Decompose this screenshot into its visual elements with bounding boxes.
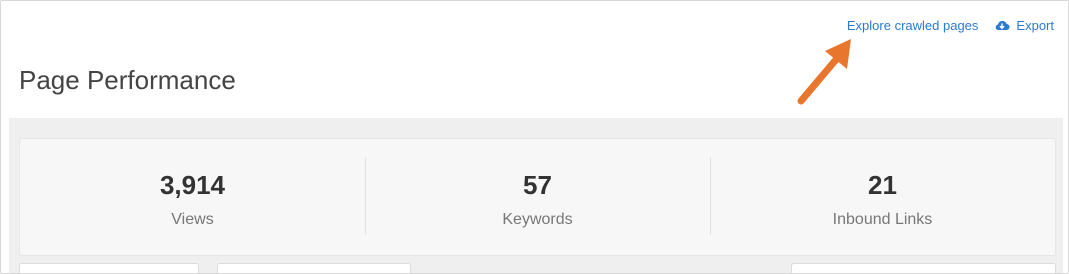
stat-label: Inbound Links — [832, 211, 933, 228]
stat-inbound-links: 21 Inbound Links — [710, 139, 1055, 255]
stat-keywords: 57 Keywords — [365, 139, 710, 255]
page-title: Page Performance — [19, 65, 236, 95]
export-button[interactable]: Export — [994, 18, 1054, 33]
secondary-card-right — [791, 263, 1056, 273]
secondary-card-left — [19, 263, 199, 273]
explore-crawled-pages-link[interactable]: Explore crawled pages — [847, 18, 979, 33]
header-actions: Explore crawled pages Export — [847, 18, 1054, 33]
stat-label: Keywords — [502, 211, 573, 228]
stat-label: Views — [171, 211, 214, 228]
stat-value: 3,914 — [159, 170, 226, 200]
cloud-download-icon — [996, 20, 1010, 30]
stat-value: 57 — [523, 170, 552, 200]
page-performance-panel: Explore crawled pages Export Page Perfor… — [0, 0, 1069, 274]
export-label: Export — [1016, 18, 1054, 33]
stat-views: 3,914 Views — [20, 139, 365, 255]
secondary-card-middle — [217, 263, 411, 273]
stats-card: 3,914 Views 57 Keywords 21 Inbound Links — [19, 138, 1056, 256]
annotation-arrow — [797, 39, 851, 105]
stat-value: 21 — [868, 170, 897, 200]
